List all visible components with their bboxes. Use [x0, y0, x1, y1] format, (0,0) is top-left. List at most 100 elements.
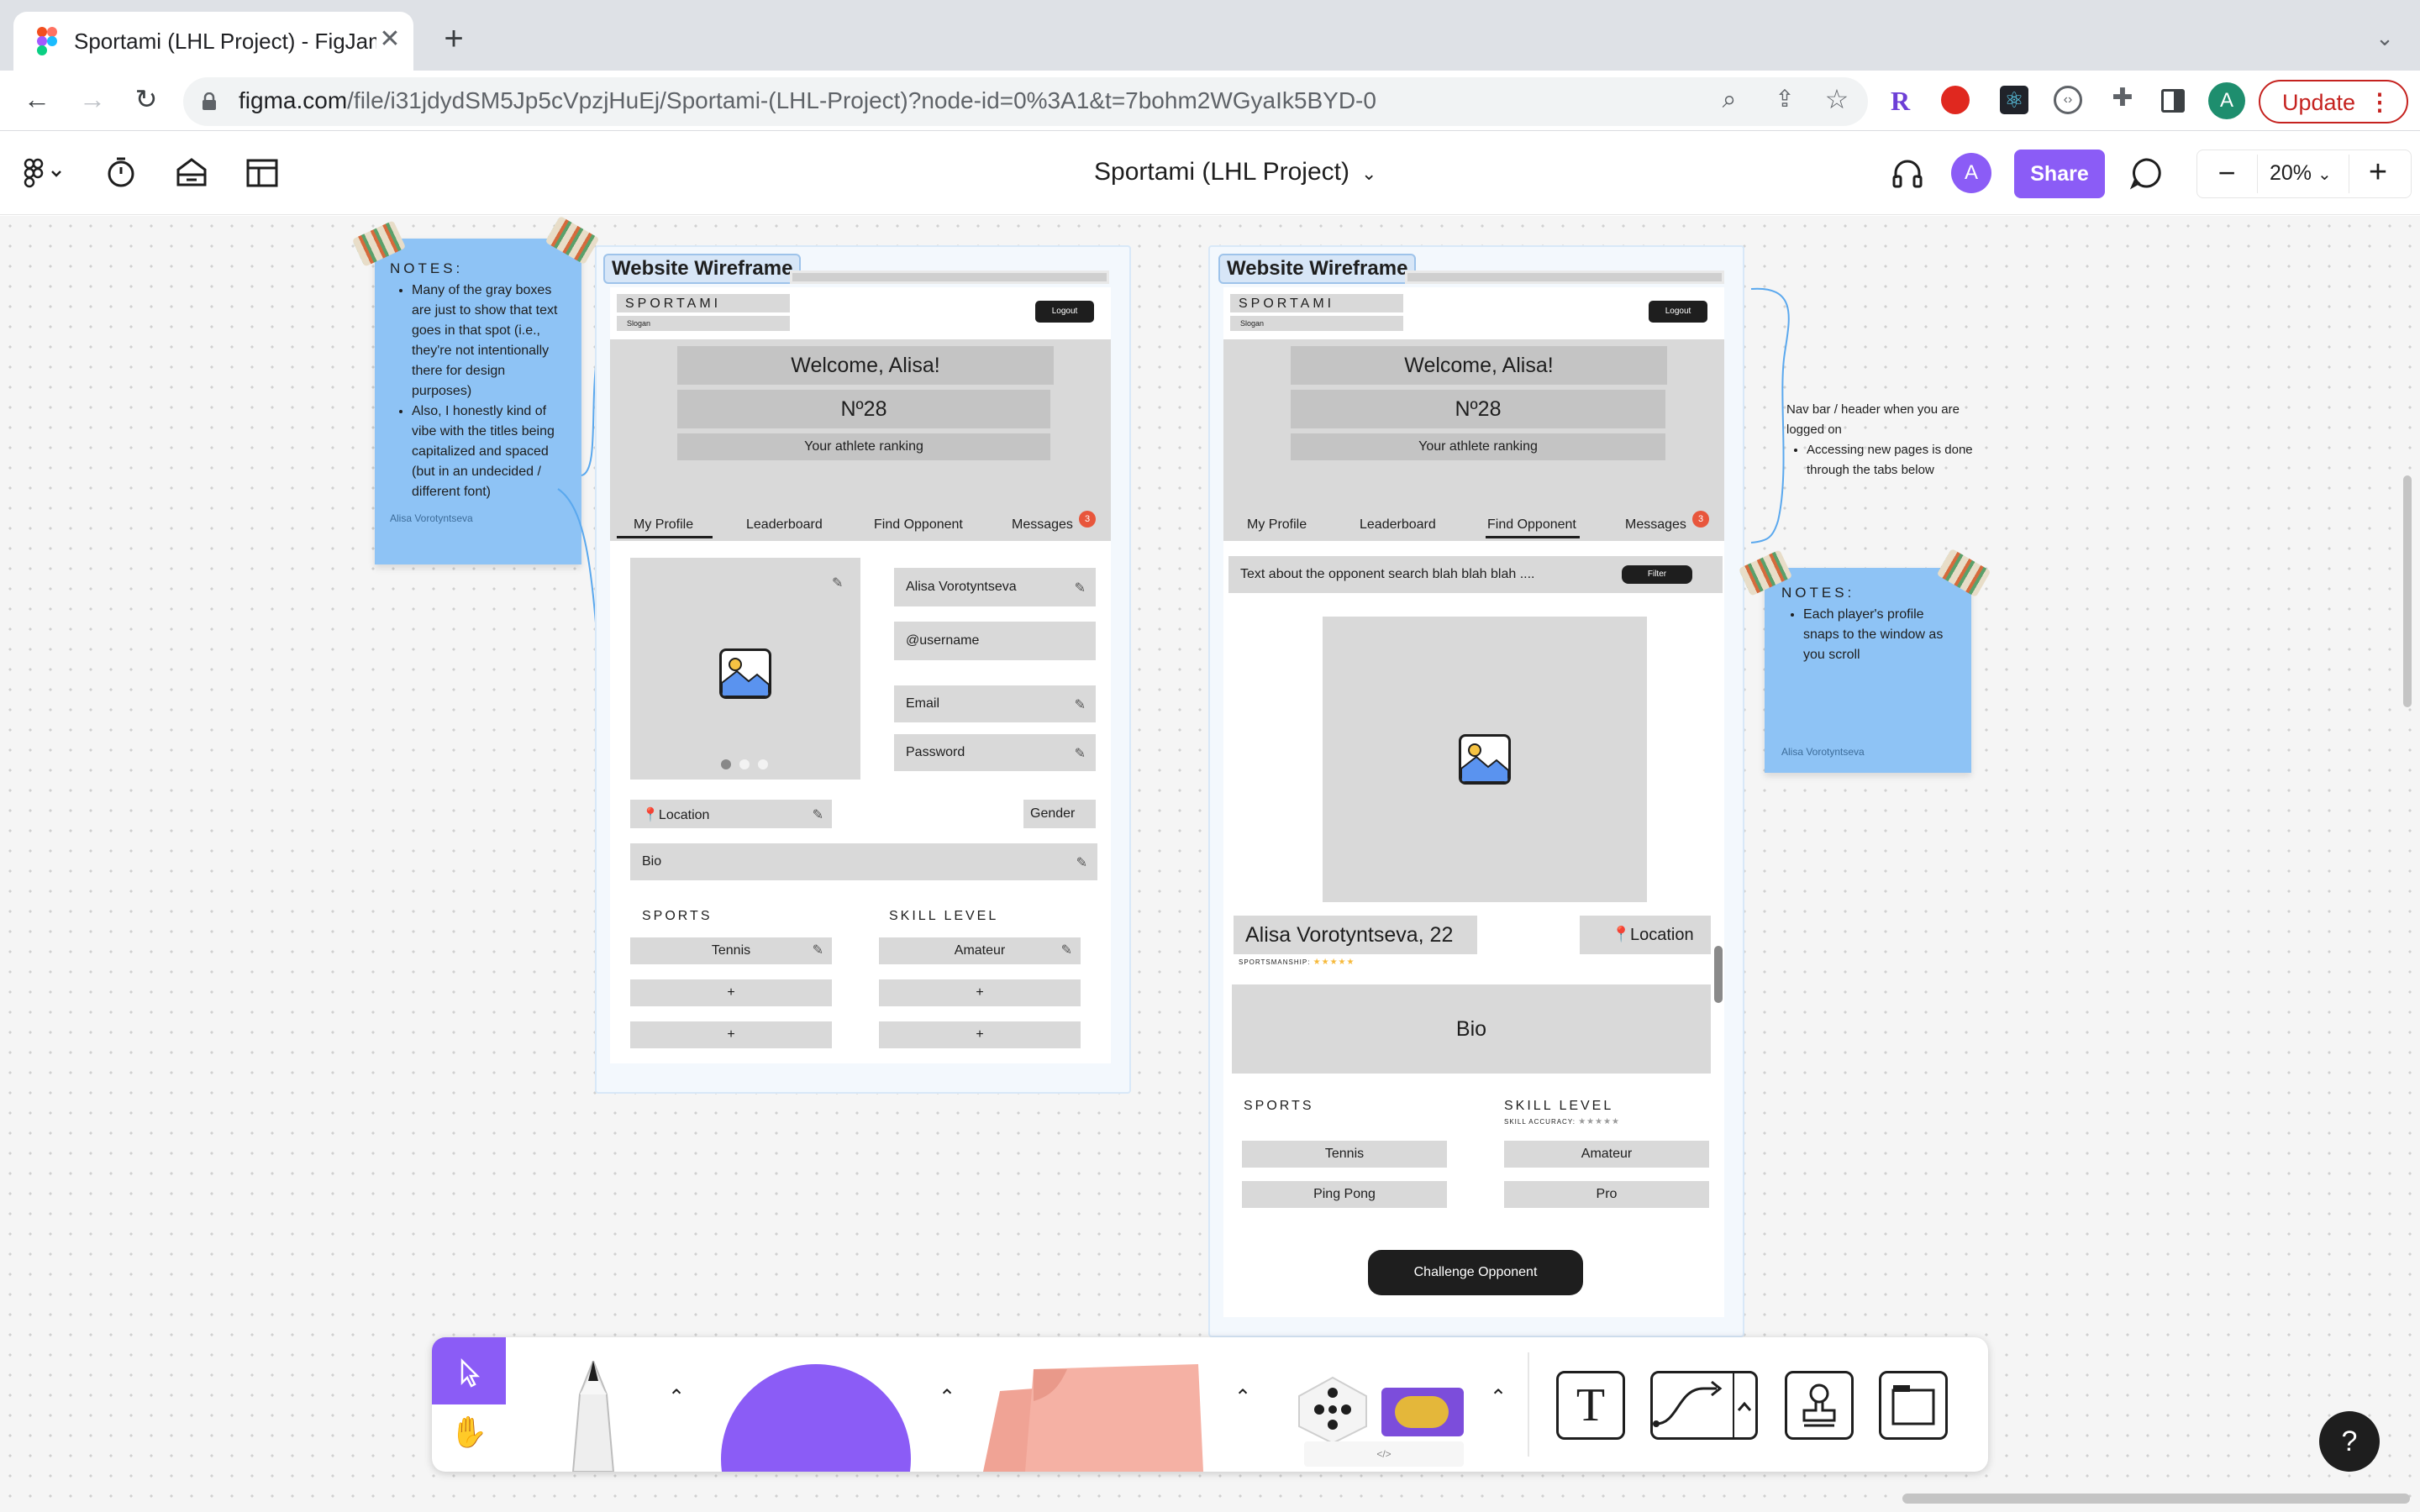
shape-options-chevron-icon[interactable]: ⌃ [934, 1388, 960, 1408]
bio-box: Bio [1232, 984, 1711, 1074]
password-field[interactable]: Password ✎ [894, 734, 1096, 771]
section-label[interactable]: Website Wireframe [1218, 254, 1417, 284]
bio-field[interactable]: Bio ✎ [630, 843, 1097, 880]
name-field[interactable]: Alisa Vorotyntseva ✎ [894, 568, 1096, 606]
select-tool-button[interactable] [432, 1337, 506, 1404]
tab-leaderboard[interactable]: Leaderboard [1360, 517, 1436, 533]
edit-pencil-icon[interactable]: ✎ [1061, 937, 1072, 964]
skill-chip: Pro [1504, 1181, 1709, 1208]
connector-tool-icon[interactable] [1650, 1371, 1758, 1440]
player-name: Alisa Vorotyntseva, 22 [1234, 916, 1477, 954]
player-location: 📍 Location [1580, 916, 1711, 954]
welcome-text: Welcome, Alisa! [677, 346, 1054, 385]
url-bar-placeholder [1405, 270, 1724, 284]
frame-scrollbar[interactable] [1714, 946, 1723, 1003]
location-field[interactable]: 📍Location ✎ [630, 800, 832, 828]
tab-my-profile[interactable]: My Profile [1247, 517, 1307, 533]
nav-annotation-list: Accessing new pages is done through the … [1786, 440, 1996, 480]
welcome-text: Welcome, Alisa! [1291, 346, 1667, 385]
edit-pencil-icon[interactable]: ✎ [1075, 696, 1086, 713]
more-tools-chevron-icon[interactable]: ⌃ [1486, 1388, 1511, 1408]
hand-tool-icon[interactable]: ✋ [449, 1415, 489, 1455]
skill-field[interactable]: Amateur ✎ [879, 937, 1081, 964]
nav-annotation-title: Nav bar / header when you are logged on [1786, 402, 1960, 437]
logout-button[interactable]: Logout [1649, 301, 1707, 323]
rank-number: Nº28 [677, 390, 1050, 428]
active-tab-underline [617, 536, 713, 538]
carousel-dot[interactable] [721, 759, 731, 769]
tab-messages[interactable]: Messages [1012, 517, 1073, 533]
add-skill-button[interactable]: + [879, 979, 1081, 1006]
logout-button[interactable]: Logout [1035, 301, 1094, 323]
edit-pencil-icon[interactable]: ✎ [832, 575, 843, 591]
filter-button[interactable]: Filter [1622, 565, 1692, 584]
sport-field[interactable]: Tennis ✎ [630, 937, 832, 964]
stickers-tool-icon[interactable] [1294, 1374, 1371, 1445]
skill-accuracy-rating: SKILL ACCURACY: ★★★★★ [1504, 1117, 1621, 1126]
tab-find-opponent[interactable]: Find Opponent [1487, 517, 1576, 533]
add-sport-button[interactable]: + [630, 979, 832, 1006]
tab-find-opponent[interactable]: Find Opponent [874, 517, 963, 533]
location-pin-icon: 📍 [642, 808, 659, 822]
add-sport-button[interactable]: + [630, 1021, 832, 1048]
section-tool-icon[interactable] [1879, 1371, 1948, 1440]
url-bar-placeholder [790, 270, 1109, 284]
slogan: Slogan [1230, 316, 1403, 331]
brand-logo: SPORTAMI [617, 294, 790, 312]
sticky-heading: NOTES: [1781, 585, 1855, 601]
vertical-scrollbar[interactable] [2403, 475, 2412, 707]
sports-heading: SPORTS [642, 909, 713, 923]
edit-pencil-icon[interactable]: ✎ [1076, 854, 1087, 871]
rank-number: Nº28 [1291, 390, 1665, 428]
location-pin-icon: 📍 [1612, 926, 1631, 942]
sticky-item: Each player's profile snaps to the windo… [1803, 605, 1960, 665]
shape-tool-icon[interactable] [721, 1364, 911, 1472]
sticky-note-tool-icon[interactable] [975, 1362, 1207, 1472]
tab-leaderboard[interactable]: Leaderboard [746, 517, 823, 533]
email-field[interactable]: Email ✎ [894, 685, 1096, 722]
sticky-author: Alisa Vorotyntseva [1781, 746, 1865, 758]
image-placeholder-icon [719, 648, 771, 699]
stamp-tool-icon[interactable] [1785, 1371, 1854, 1440]
messages-badge: 3 [1692, 511, 1709, 528]
tab-my-profile[interactable]: My Profile [634, 517, 693, 533]
challenge-opponent-button[interactable]: Challenge Opponent [1368, 1250, 1583, 1295]
carousel-dot[interactable] [758, 759, 768, 769]
edit-pencil-icon[interactable]: ✎ [1075, 745, 1086, 762]
edit-pencil-icon[interactable]: ✎ [813, 937, 823, 964]
active-tab-underline [1486, 536, 1580, 538]
edit-pencil-icon[interactable]: ✎ [813, 806, 823, 823]
sport-chip: Ping Pong [1242, 1181, 1447, 1208]
widgets-tool-icon[interactable] [1381, 1388, 1464, 1436]
add-skill-button[interactable]: + [879, 1021, 1081, 1048]
image-placeholder-icon [1459, 734, 1511, 785]
help-button[interactable]: ? [2319, 1411, 2380, 1472]
username-field[interactable]: @username [894, 622, 1096, 660]
text-tool-icon[interactable]: T [1556, 1371, 1625, 1440]
section-label[interactable]: Website Wireframe [603, 254, 802, 284]
skill-heading: SKILL LEVEL [1504, 1099, 1614, 1113]
code-embed-icon[interactable]: </> [1304, 1441, 1464, 1467]
messages-badge: 3 [1079, 511, 1096, 528]
skill-heading: SKILL LEVEL [889, 909, 999, 923]
marker-pen-icon[interactable] [555, 1358, 632, 1473]
tab-messages[interactable]: Messages [1625, 517, 1686, 533]
rank-caption: Your athlete ranking [677, 433, 1050, 460]
slogan: Slogan [617, 316, 790, 331]
carousel-dot[interactable] [739, 759, 750, 769]
sport-chip: Tennis [1242, 1141, 1447, 1168]
edit-pencil-icon[interactable]: ✎ [1075, 580, 1086, 596]
gender-field[interactable]: Gender [1023, 800, 1096, 828]
nav-annotation-item: Accessing new pages is done through the … [1807, 440, 1996, 480]
pen-options-chevron-icon[interactable]: ⌃ [664, 1388, 689, 1408]
horizontal-scrollbar[interactable] [1902, 1494, 2410, 1504]
sports-heading: SPORTS [1244, 1099, 1314, 1113]
sportsmanship-rating: SPORTSMANSHIP: ★★★★★ [1239, 958, 1355, 967]
rank-caption: Your athlete ranking [1291, 433, 1665, 460]
sticky-note-right[interactable]: NOTES: Each player's profile snaps to th… [1765, 568, 1971, 773]
nav-annotation[interactable]: Nav bar / header when you are logged on … [1786, 400, 1996, 480]
dock-divider [1528, 1352, 1529, 1457]
sticky-options-chevron-icon[interactable]: ⌃ [1230, 1388, 1255, 1408]
sticky-list: Each player's profile snaps to the windo… [1781, 605, 1960, 665]
skill-chip: Amateur [1504, 1141, 1709, 1168]
